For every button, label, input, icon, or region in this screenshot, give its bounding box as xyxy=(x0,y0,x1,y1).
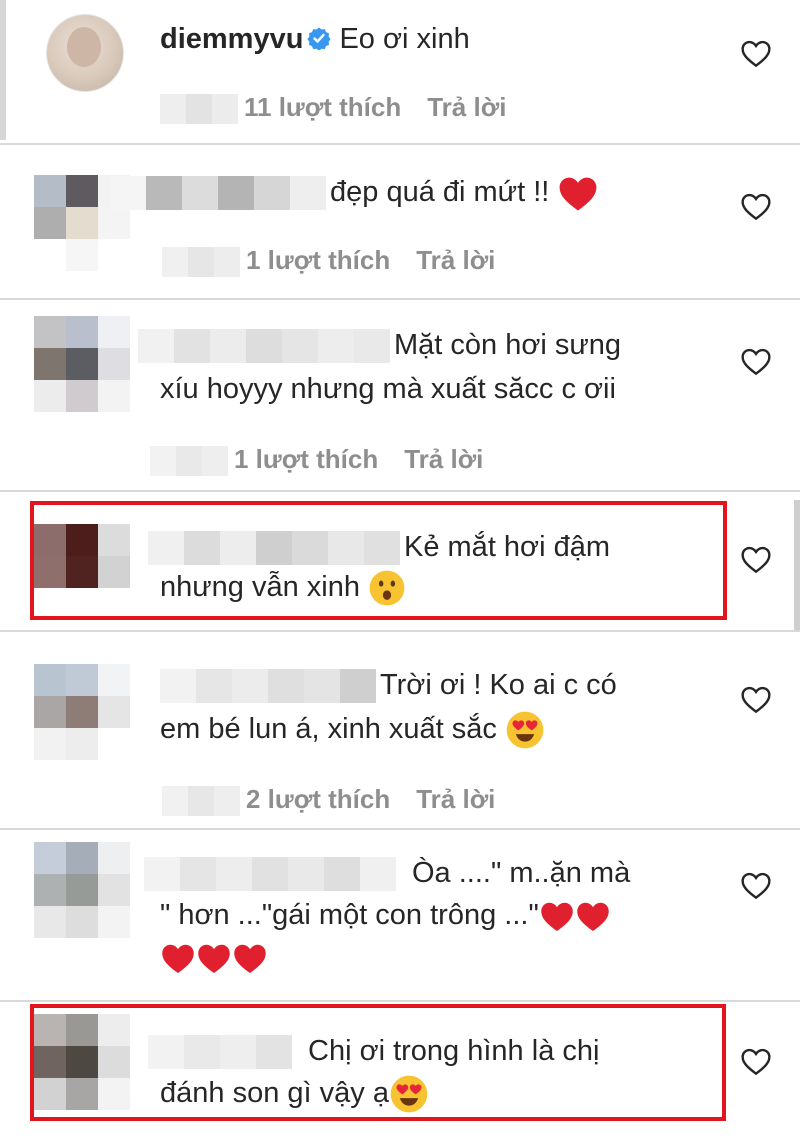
comment-line: em bé lun á, xinh xuất sắc xyxy=(160,713,497,745)
comment-meta: 1 lượt thích Trả lời xyxy=(150,444,483,477)
comment-text-line2: xíu hoyyy nhưng mà xuất săcc c ơii xyxy=(160,368,616,410)
likes-count[interactable]: 1 lượt thích xyxy=(234,444,378,474)
blurred-timestamp xyxy=(162,786,240,817)
avatar[interactable] xyxy=(46,14,124,92)
comment-text: Òa ...." m..ặn mà xyxy=(144,852,630,894)
likes-count[interactable]: 11 lượt thích xyxy=(244,92,401,122)
red-heart-emoji xyxy=(541,903,573,932)
comment-item: đẹp quá đi mứt !! 1 lượt thích Trả lời xyxy=(0,145,800,300)
highlight-box xyxy=(30,501,727,620)
red-heart-emoji xyxy=(234,945,266,974)
comment-item: Mặt còn hơi sưng xíu hoyyy nhưng mà xuất… xyxy=(0,300,800,490)
red-heart-emoji xyxy=(198,945,230,974)
blurred-username[interactable] xyxy=(110,176,326,211)
red-heart-emoji xyxy=(577,903,609,932)
reply-button[interactable]: Trả lời xyxy=(427,92,506,122)
comment-item: Òa ...." m..ặn mà " hơn ..."gái một con … xyxy=(0,830,800,1000)
blurred-username[interactable] xyxy=(160,669,376,704)
blurred-username[interactable] xyxy=(144,857,396,892)
heart-outline-icon[interactable] xyxy=(740,38,772,68)
comment-text: diemmyvu Eo ơi xinh xyxy=(160,18,470,60)
blurred-timestamp xyxy=(160,94,238,125)
red-heart-emoji xyxy=(560,177,597,211)
reply-button[interactable]: Trả lời xyxy=(404,444,483,474)
heart-outline-icon[interactable] xyxy=(740,1046,772,1076)
comment-text-line2: em bé lun á, xinh xuất sắc xyxy=(160,708,545,750)
comment-text-line2: " hơn ..."gái một con trông ..." xyxy=(160,894,611,936)
heart-outline-icon[interactable] xyxy=(740,544,772,574)
blurred-timestamp xyxy=(162,247,240,278)
blurred-username[interactable] xyxy=(138,329,390,364)
red-heart-emoji xyxy=(162,945,194,974)
avatar[interactable] xyxy=(34,664,130,760)
comment-meta: 2 lượt thích Trả lời xyxy=(162,784,495,817)
comment-text: đẹp quá đi mứt !! xyxy=(110,171,599,213)
heart-outline-icon[interactable] xyxy=(740,684,772,714)
highlight-box xyxy=(30,1004,726,1121)
comment-item: Trời ơi ! Ko ai c có em bé lun á, xinh x… xyxy=(0,632,800,828)
heart-outline-icon[interactable] xyxy=(740,870,772,900)
blurred-timestamp xyxy=(150,446,228,477)
heart-eyes-emoji xyxy=(506,712,544,749)
comment-meta: 1 lượt thích Trả lời xyxy=(162,245,495,278)
likes-count[interactable]: 1 lượt thích xyxy=(246,245,390,275)
heart-outline-icon[interactable] xyxy=(740,346,772,376)
comment-text: Trời ơi ! Ko ai c có xyxy=(160,664,617,706)
comment-line: xíu hoyyy nhưng mà xuất săcc c ơii xyxy=(160,373,616,405)
comment-line: Trời ơi ! Ko ai c có xyxy=(380,669,617,701)
comment-emoji-line xyxy=(160,936,268,978)
reply-button[interactable]: Trả lời xyxy=(416,245,495,275)
comment-line: Òa ...." m..ặn mà xyxy=(412,857,631,889)
heart-outline-icon[interactable] xyxy=(740,191,772,221)
reply-button[interactable]: Trả lời xyxy=(416,784,495,814)
comment-line: Eo ơi xinh xyxy=(339,23,470,55)
comment-line: đẹp quá đi mứt !! xyxy=(330,176,550,208)
comment-line: " hơn ..."gái một con trông ..." xyxy=(160,899,539,931)
comment-text: Mặt còn hơi sưng xyxy=(138,324,621,366)
username[interactable]: diemmyvu xyxy=(160,23,303,55)
verified-badge-icon xyxy=(307,27,332,51)
avatar[interactable] xyxy=(34,316,130,412)
comment-item: diemmyvu Eo ơi xinh 11 lượt thích Trả lời xyxy=(0,0,800,145)
likes-count[interactable]: 2 lượt thích xyxy=(246,784,390,814)
comment-line: Mặt còn hơi sưng xyxy=(394,329,622,361)
avatar[interactable] xyxy=(34,842,130,938)
comment-meta: 11 lượt thích Trả lời xyxy=(160,92,506,125)
